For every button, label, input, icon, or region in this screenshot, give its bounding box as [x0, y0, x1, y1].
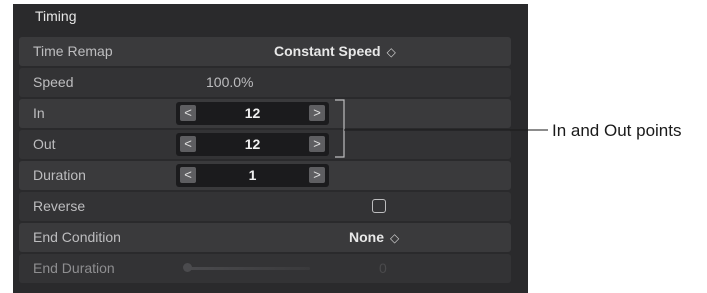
in-out-bracket: [335, 99, 548, 158]
callout-label: In and Out points: [552, 121, 682, 140]
